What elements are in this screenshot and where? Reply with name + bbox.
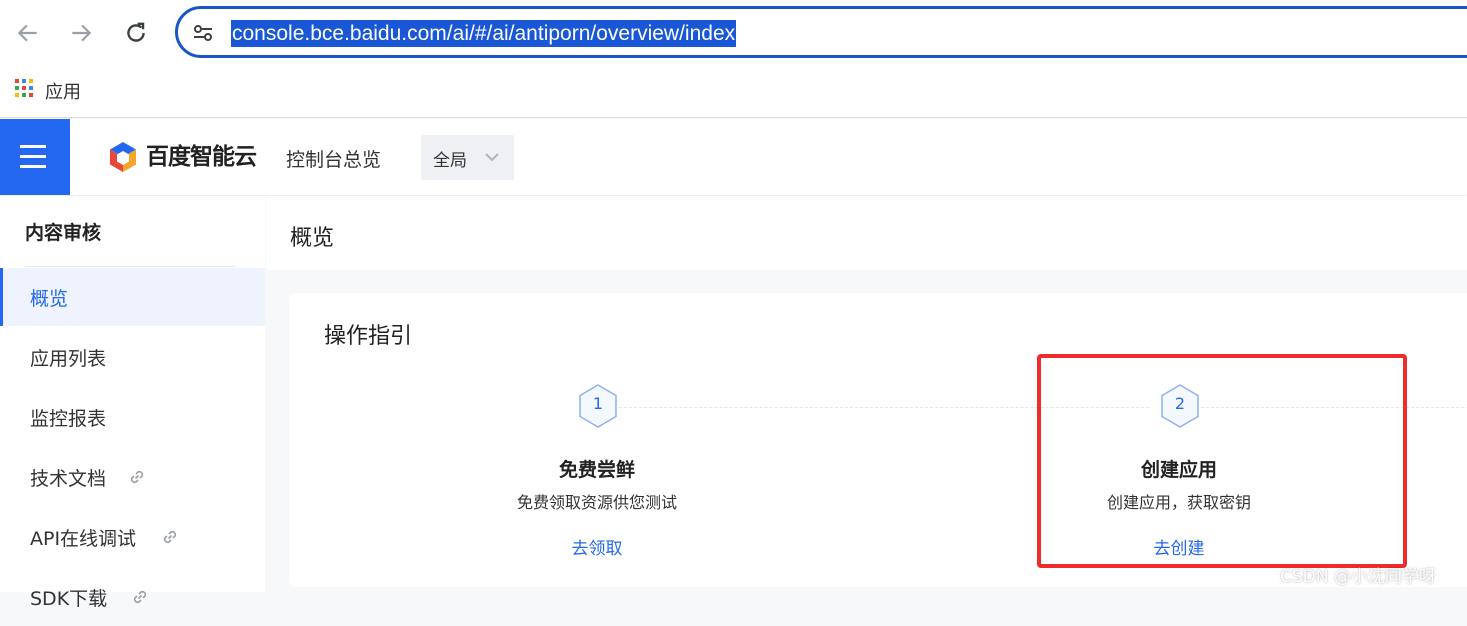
baidu-cloud-logo[interactable]: 百度智能云	[108, 141, 257, 173]
sidebar-item-overview[interactable]: 概览	[0, 268, 265, 326]
step-description: 免费领取资源供您测试	[516, 493, 677, 512]
sidebar-item-app-list[interactable]: 应用列表	[0, 328, 265, 386]
sidebar-item-tech-docs[interactable]: 技术文档	[0, 448, 265, 506]
sidebar-item-label: SDK下载	[30, 588, 108, 610]
link-icon	[133, 590, 147, 604]
region-value: 全局	[433, 151, 467, 171]
sidebar: 内容审核 概览 应用列表 监控报表 技术文档 API在线调试 SDK下载	[0, 196, 265, 610]
console-header: 百度智能云 控制台总览 全局	[0, 119, 1467, 195]
site-info-icon[interactable]	[192, 22, 214, 44]
console-overview-link[interactable]: 控制台总览	[286, 145, 381, 172]
forward-arrow-icon[interactable]	[68, 20, 94, 46]
claim-link[interactable]: 去领取	[447, 534, 747, 559]
address-bar[interactable]: console.bce.baidu.com/ai/#/ai/antiporn/o…	[175, 6, 1467, 58]
hamburger-menu-button[interactable]	[0, 119, 70, 195]
sidebar-item-monitoring[interactable]: 监控报表	[0, 388, 265, 446]
sidebar-divider	[25, 266, 235, 267]
reload-icon[interactable]	[123, 20, 149, 46]
sidebar-item-label: API在线调试	[30, 528, 137, 550]
chevron-down-icon	[485, 153, 499, 162]
sidebar-title: 内容审核	[25, 222, 102, 244]
bookmarks-bar: 应用	[0, 66, 1467, 118]
watermark: CSDN @小沈同学呀	[1280, 567, 1436, 587]
step-number: 1	[592, 394, 604, 413]
sidebar-item-label: 概览	[30, 288, 69, 310]
guide-title: 操作指引	[324, 324, 413, 349]
cube-logo-icon	[110, 142, 136, 172]
sidebar-item-label: 技术文档	[30, 468, 107, 490]
brand-name: 百度智能云	[146, 144, 257, 170]
bookmark-apps[interactable]: 应用	[45, 78, 81, 104]
back-arrow-icon[interactable]	[15, 20, 41, 46]
region-select[interactable]: 全局	[421, 135, 514, 180]
apps-grid-icon[interactable]	[15, 79, 33, 97]
url-text[interactable]: console.bce.baidu.com/ai/#/ai/antiporn/o…	[231, 20, 737, 47]
sidebar-item-label: 应用列表	[30, 348, 107, 370]
annotation-highlight-box	[1037, 354, 1407, 568]
step-title: 免费尝鲜	[558, 459, 635, 481]
sidebar-item-label: 监控报表	[30, 408, 107, 430]
page-header: 概览	[266, 196, 1467, 270]
page-title: 概览	[290, 226, 335, 251]
sidebar-item-sdk-download[interactable]: SDK下载	[0, 568, 265, 626]
sidebar-item-api-debug[interactable]: API在线调试	[0, 508, 265, 566]
browser-toolbar: console.bce.baidu.com/ai/#/ai/antiporn/o…	[0, 0, 1467, 66]
link-icon	[130, 470, 144, 484]
link-icon	[163, 530, 177, 544]
